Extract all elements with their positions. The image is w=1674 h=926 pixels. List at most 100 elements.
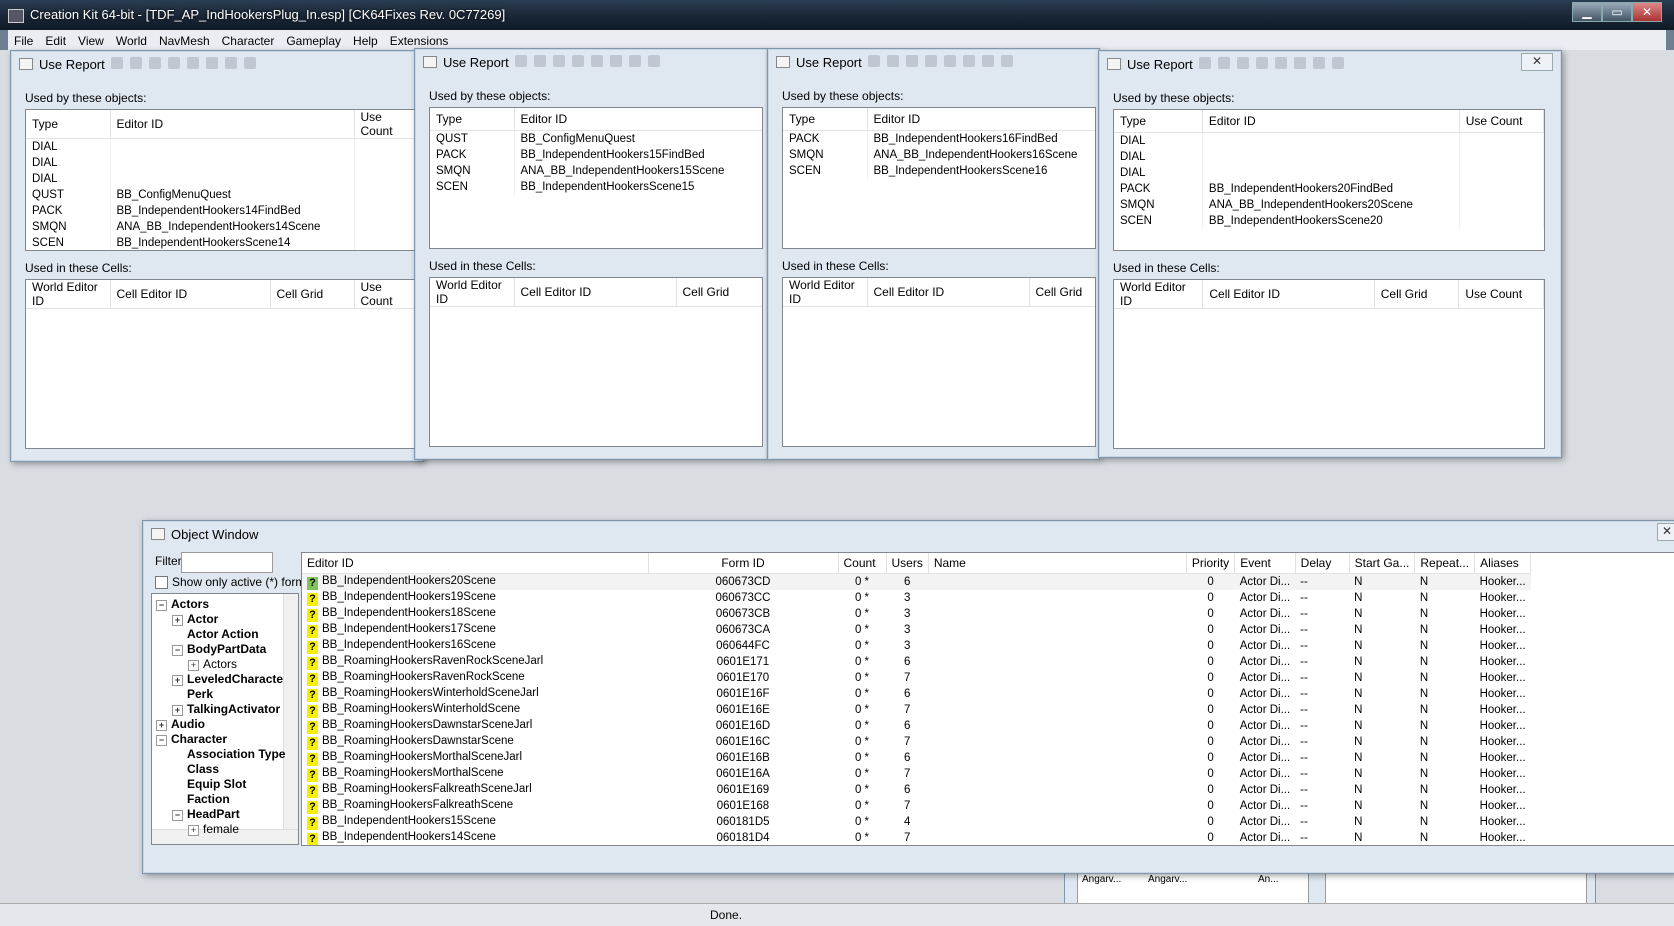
table-row[interactable]: ? BB_IndependentHookers14Scene 060181D4 0 *…	[302, 830, 1531, 845]
column-header[interactable]: Delay	[1295, 553, 1350, 574]
table-row[interactable]: DIAL	[26, 138, 414, 155]
table-row[interactable]: PACK BB_IndependentHookers15FindBed	[430, 147, 762, 163]
table-row[interactable]: DIAL	[26, 155, 414, 171]
menu-edit[interactable]: Edit	[39, 32, 72, 50]
table-row[interactable]: ? BB_RoamingHookersFalkreathSceneJarl 0601…	[302, 782, 1531, 798]
tree-node[interactable]: + Actors	[188, 657, 237, 672]
table-row[interactable]: ? BB_IndependentHookers20Scene 060673CD 0 *…	[302, 573, 1531, 590]
column-header[interactable]: Editor ID	[867, 108, 1095, 131]
collapse-icon[interactable]: −	[156, 600, 167, 611]
used-by-list[interactable]: Type Editor ID Use Count DIAL DIAL DIAL QUST BB…	[25, 109, 415, 251]
close-icon[interactable]: ✕	[1657, 523, 1674, 541]
only-active-checkbox[interactable]	[155, 576, 168, 589]
cells-list[interactable]: World Editor ID Cell Editor ID Cell Grid Us…	[25, 279, 415, 449]
menu-file[interactable]: File	[8, 32, 39, 50]
menu-view[interactable]: View	[72, 32, 110, 50]
table-row[interactable]: SCEN BB_IndependentHookersScene14	[26, 235, 414, 250]
table-row[interactable]: ? BB_IndependentHookers16Scene 060644FC 0 *…	[302, 638, 1531, 654]
table-row[interactable]: DIAL	[26, 171, 414, 187]
column-header[interactable]: Editor ID	[514, 108, 762, 131]
table-row[interactable]: PACK BB_IndependentHookers14FindBed	[26, 203, 414, 219]
menu-world[interactable]: World	[110, 32, 153, 50]
table-row[interactable]: PACK BB_IndependentHookers16FindBed	[783, 130, 1095, 147]
column-header[interactable]: Cell Editor ID	[867, 278, 1030, 307]
column-header[interactable]: Editor ID	[1202, 110, 1460, 133]
table-row[interactable]: ? BB_IndependentHookers19Scene 060673CC 0 *…	[302, 590, 1531, 606]
column-header[interactable]: Cell Editor ID	[1202, 280, 1375, 309]
column-header[interactable]: World Editor ID	[1114, 280, 1204, 309]
table-row[interactable]: SCEN BB_IndependentHookersScene20	[1114, 213, 1544, 229]
table-row[interactable]: ? BB_RoamingHookersRavenRockSceneJarl 0601…	[302, 654, 1531, 670]
column-header[interactable]: Type	[1114, 110, 1203, 133]
column-header[interactable]: Cell Grid	[1374, 280, 1460, 309]
column-header[interactable]: Type	[783, 108, 868, 131]
column-header[interactable]: Form ID	[648, 553, 839, 574]
tree-node[interactable]: + Audio	[156, 717, 205, 732]
tree-node[interactable]: Equip Slot	[172, 777, 246, 792]
tree-node[interactable]: + LeveledCharacte	[172, 672, 283, 687]
table-row[interactable]: SMQN ANA_BB_IndependentHookers15Scene	[430, 163, 762, 179]
tree-node[interactable]: Actor Action	[172, 627, 259, 642]
column-header[interactable]: World Editor ID	[26, 280, 111, 309]
expand-icon[interactable]: +	[188, 660, 199, 671]
close-app-button[interactable]: ✕	[1632, 2, 1662, 22]
column-header[interactable]: Repeat...	[1414, 553, 1476, 574]
maximize-button[interactable]: ▭	[1602, 2, 1632, 22]
menu-gameplay[interactable]: Gameplay	[280, 32, 347, 50]
table-row[interactable]: ? BB_RoamingHookersWinterholdSceneJarl 060…	[302, 686, 1531, 702]
tree-node[interactable]: − Character	[156, 732, 227, 747]
column-header[interactable]: Cell Editor ID	[514, 278, 677, 307]
table-row[interactable]: SCEN BB_IndependentHookersScene16	[783, 163, 1095, 179]
tree-node[interactable]: Association Type	[172, 747, 285, 762]
used-by-list[interactable]: Type Editor ID QUST BB_ConfigMenuQuest PACK B…	[429, 107, 763, 249]
table-row[interactable]: SMQN ANA_BB_IndependentHookers16Scene	[783, 147, 1095, 163]
minimize-button[interactable]: ▁	[1572, 2, 1602, 22]
table-row[interactable]: DIAL	[1114, 149, 1544, 165]
column-header[interactable]: Cell Grid	[676, 278, 762, 307]
object-list[interactable]: Editor ID Form ID Count Users Name Priority Ev…	[301, 552, 1674, 846]
table-row[interactable]: ? BB_RoamingHookersMorthalScene 0601E16A 0 …	[302, 766, 1531, 782]
table-row[interactable]: ? BB_RoamingHookersDawnstarSceneJarl 0601E…	[302, 718, 1531, 734]
tree-node[interactable]: Class	[172, 762, 219, 777]
column-header[interactable]: Use Count	[354, 280, 414, 309]
expand-icon[interactable]: +	[172, 615, 183, 626]
column-header[interactable]: World Editor ID	[783, 278, 868, 307]
expand-icon[interactable]: +	[172, 675, 183, 686]
table-row[interactable]: ? BB_IndependentHookers17Scene 060673CA 0 *…	[302, 622, 1531, 638]
tree-node[interactable]: Faction	[172, 792, 230, 807]
tree-node[interactable]: − HeadPart	[172, 807, 240, 822]
table-row[interactable]: QUST BB_ConfigMenuQuest	[26, 187, 414, 203]
column-header[interactable]: Aliases	[1474, 553, 1532, 574]
collapse-icon[interactable]: −	[172, 810, 183, 821]
tree-node[interactable]: + TalkingActivator	[172, 702, 280, 717]
table-row[interactable]: ? BB_RoamingHookersDawnstarScene 0601E16C 0…	[302, 734, 1531, 750]
tree-node[interactable]: + female	[188, 822, 239, 837]
table-row[interactable]: ? BB_RoamingHookersFalkreathScene 0601E168…	[302, 798, 1531, 814]
column-header[interactable]: Event	[1234, 553, 1296, 574]
collapse-icon[interactable]: −	[156, 735, 167, 746]
table-row[interactable]: DIAL	[1114, 165, 1544, 181]
column-header[interactable]: Use Count	[1459, 110, 1544, 133]
collapse-icon[interactable]: −	[172, 645, 183, 656]
tree-node[interactable]: + Actor	[172, 612, 218, 627]
tree-node[interactable]: − BodyPartData	[172, 642, 266, 657]
expand-icon[interactable]: +	[188, 825, 199, 836]
column-header[interactable]: Editor ID	[302, 553, 649, 574]
cells-list[interactable]: World Editor ID Cell Editor ID Cell Grid Us…	[1113, 279, 1545, 449]
expand-icon[interactable]: +	[172, 705, 183, 716]
table-row[interactable]: QUST BB_ConfigMenuQuest	[430, 130, 762, 147]
menu-help[interactable]: Help	[347, 32, 384, 50]
column-header[interactable]: Name	[928, 553, 1187, 574]
column-header[interactable]: Cell Editor ID	[110, 280, 271, 309]
column-header[interactable]: Start Ga...	[1349, 553, 1416, 574]
cells-list[interactable]: World Editor ID Cell Editor ID Cell Grid	[782, 277, 1096, 447]
used-by-list[interactable]: Type Editor ID PACK BB_IndependentHookers16…	[782, 107, 1096, 249]
column-header[interactable]: Cell Grid	[270, 280, 355, 309]
used-by-list[interactable]: Type Editor ID Use Count DIAL DIAL DIAL PACK BB…	[1113, 109, 1545, 251]
column-header[interactable]: Priority	[1186, 553, 1236, 574]
column-header[interactable]: Use Count	[1458, 280, 1544, 309]
tree-node[interactable]: Perk	[172, 687, 213, 702]
table-row[interactable]: DIAL	[1114, 132, 1544, 149]
table-row[interactable]: SMQN ANA_BB_IndependentHookers14Scene	[26, 219, 414, 235]
filter-input[interactable]	[181, 552, 273, 573]
